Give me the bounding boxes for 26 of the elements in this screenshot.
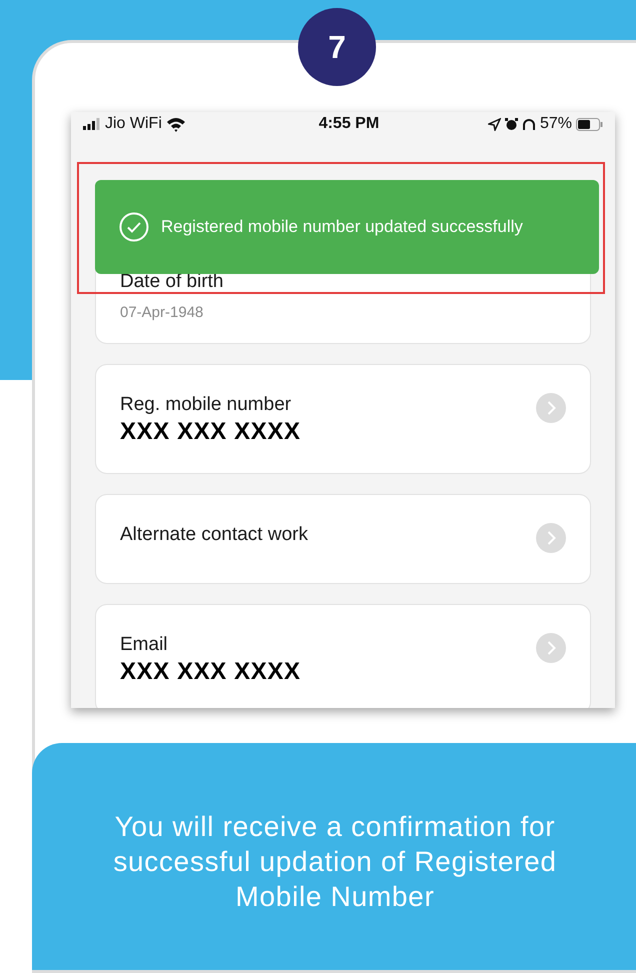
profile-field-card[interactable]: Email XXX XXX XXXX xyxy=(95,604,591,708)
field-label: Email xyxy=(120,632,169,656)
toast-message: Registered mobile number updated successfully xyxy=(161,216,523,238)
field-label: Alternate contact work xyxy=(120,522,308,546)
signal-icon xyxy=(83,118,101,130)
clock-time: 4:55 PM xyxy=(318,114,380,134)
field-value: XXX XXX XXXX xyxy=(120,416,301,446)
profile-field-card[interactable]: Alternate contact work xyxy=(95,494,591,584)
field-value: 07-Apr-1948 xyxy=(120,303,204,323)
wifi-icon xyxy=(166,116,186,132)
step-number-badge: 7 xyxy=(298,8,376,86)
chevron-right-icon[interactable] xyxy=(536,392,566,422)
field-value: XXX XXX XXXX xyxy=(120,656,301,686)
field-label: Reg. mobile number xyxy=(120,392,292,416)
location-arrow-icon xyxy=(488,118,501,130)
battery-icon xyxy=(576,118,603,130)
headphones-icon xyxy=(522,118,536,130)
check-circle-icon xyxy=(119,212,149,242)
alarm-clock-icon xyxy=(504,118,518,130)
field-label: Date of birth xyxy=(120,270,224,294)
caption-text: You will receive a confirmation for successful updation of Registered Mobile Number xyxy=(112,810,558,914)
battery-percent: 57% xyxy=(540,114,572,134)
profile-field-card[interactable]: Reg. mobile number XXX XXX XXXX xyxy=(95,364,591,474)
chevron-right-icon[interactable] xyxy=(536,632,566,662)
chevron-right-icon[interactable] xyxy=(536,522,566,552)
carrier-name: Jio WiFi xyxy=(105,114,162,134)
